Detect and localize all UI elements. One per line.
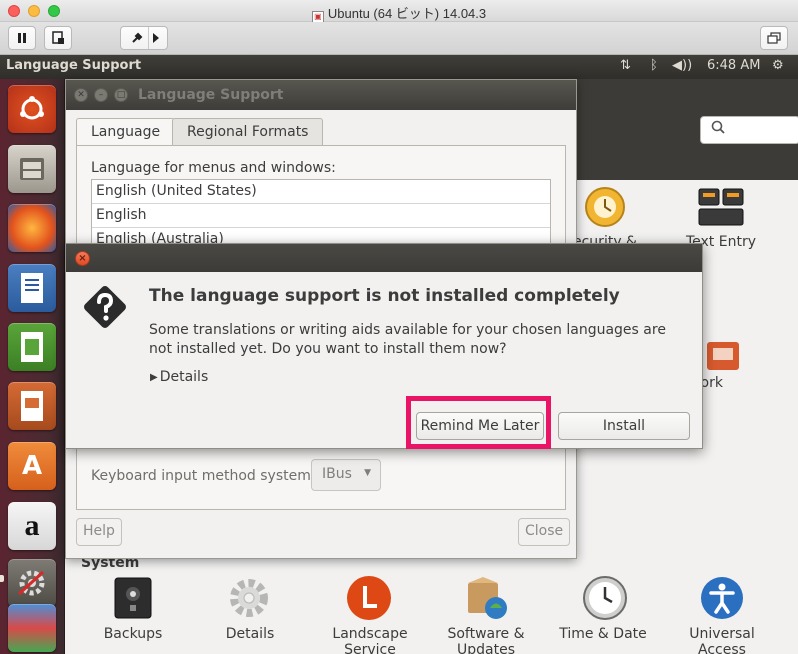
search-icon: [711, 120, 725, 134]
dialog-body: Some translations or writing aids availa…: [149, 322, 666, 357]
system-item-landscape-label: Landscape Service: [332, 626, 408, 654]
gear-icon[interactable]: [226, 573, 272, 623]
details-label: Details: [159, 369, 209, 385]
question-icon: [84, 286, 126, 328]
top-panel: Language Support ⇅ ᛒ ◀)) 6:48 AM ⚙: [0, 55, 798, 79]
keyboard-icon[interactable]: [695, 184, 747, 230]
snapshot-button[interactable]: [44, 26, 72, 50]
screen: ▣ Ubuntu (64 ビット) 14.04.3 Language Suppor…: [0, 0, 798, 654]
bluetooth-icon[interactable]: ᛒ: [650, 58, 658, 73]
host-titlebar: ▣ Ubuntu (64 ビット) 14.04.3: [0, 0, 798, 23]
chevron-down-icon: ▼: [364, 468, 371, 478]
keyboard-input-label: Keyboard input method system:: [91, 468, 316, 484]
close-icon[interactable]: ✕: [74, 88, 88, 102]
system-item-details-label: Details: [225, 626, 275, 642]
software-center-icon[interactable]: A: [8, 442, 56, 490]
impress-icon[interactable]: [8, 382, 56, 430]
landscape-icon[interactable]: [344, 573, 394, 623]
volume-icon[interactable]: ◀)): [672, 58, 692, 73]
session-gear-icon[interactable]: ⚙: [772, 58, 784, 73]
settings-tools-button[interactable]: [120, 26, 168, 50]
install-button[interactable]: Install: [558, 412, 690, 440]
snapshot-icon: [52, 31, 64, 44]
clock-icon[interactable]: [580, 573, 630, 623]
window-mode-button[interactable]: [760, 26, 788, 50]
safe-icon[interactable]: [110, 573, 156, 623]
ubuntu-logo-icon[interactable]: [8, 85, 56, 133]
host-title: ▣ Ubuntu (64 ビット) 14.04.3: [0, 3, 798, 23]
install-dialog: × The language support is not installed …: [65, 243, 703, 449]
amazon-icon[interactable]: a: [8, 502, 56, 550]
language-list-label: Language for menus and windows:: [91, 160, 336, 176]
dialog-close-icon[interactable]: ×: [75, 251, 90, 266]
pause-icon: [18, 33, 26, 43]
pause-button[interactable]: [8, 26, 36, 50]
language-window-title: Language Support: [138, 87, 284, 103]
minimize-icon[interactable]: –: [94, 88, 108, 102]
firefox-icon[interactable]: [8, 204, 56, 252]
dialog-titlebar: ×: [66, 244, 702, 272]
host-toolbar: [0, 22, 798, 55]
language-window-titlebar: ✕ – □ Language Support: [66, 80, 576, 110]
running-indicator: [0, 575, 4, 582]
language-row[interactable]: English (United States): [92, 180, 550, 204]
panel-app-title: Language Support: [6, 58, 142, 73]
wrench-icon: [131, 32, 142, 43]
window-icon: [767, 32, 781, 44]
network-indicator-icon[interactable]: ⇅: [620, 58, 631, 73]
dialog-heading: The language support is not installed co…: [149, 286, 620, 306]
software-updates-icon[interactable]: [462, 573, 512, 623]
triangle-right-icon: ▶: [150, 372, 158, 383]
accessibility-icon[interactable]: [697, 573, 747, 623]
network-icon[interactable]: [698, 331, 748, 377]
files-icon[interactable]: [8, 145, 56, 193]
details-expander[interactable]: ▶ Details: [150, 369, 208, 385]
panel-clock[interactable]: 6:48 AM: [707, 58, 760, 73]
launcher: A a: [0, 79, 65, 654]
keyboard-input-value: IBus: [322, 466, 352, 482]
calc-icon[interactable]: [8, 323, 56, 371]
system-item-universal-access-label: Universal Access: [689, 626, 755, 654]
host-title-text: Ubuntu (64 ビット) 14.04.3: [327, 6, 487, 21]
help-button[interactable]: Help: [76, 518, 122, 546]
highlight-box: [406, 396, 551, 449]
security-icon[interactable]: [580, 184, 630, 230]
maximize-icon[interactable]: □: [114, 88, 128, 102]
close-button[interactable]: Close: [518, 518, 571, 546]
tab-language[interactable]: Language: [76, 118, 176, 146]
settings-search-input[interactable]: [700, 116, 798, 144]
tab-regional-formats[interactable]: Regional Formats: [172, 118, 324, 146]
triangle-right-icon: [152, 33, 159, 43]
language-row[interactable]: English: [92, 204, 550, 228]
system-item-time-label: Time & Date: [559, 626, 647, 642]
system-item-backups-label: Backups: [103, 626, 163, 642]
system-item-software-label: Software & Updates: [447, 626, 525, 654]
workspaces-icon[interactable]: [8, 604, 56, 652]
writer-icon[interactable]: [8, 264, 56, 312]
keyboard-input-select[interactable]: IBus ▼: [311, 459, 381, 491]
system-settings-icon[interactable]: [8, 559, 56, 607]
